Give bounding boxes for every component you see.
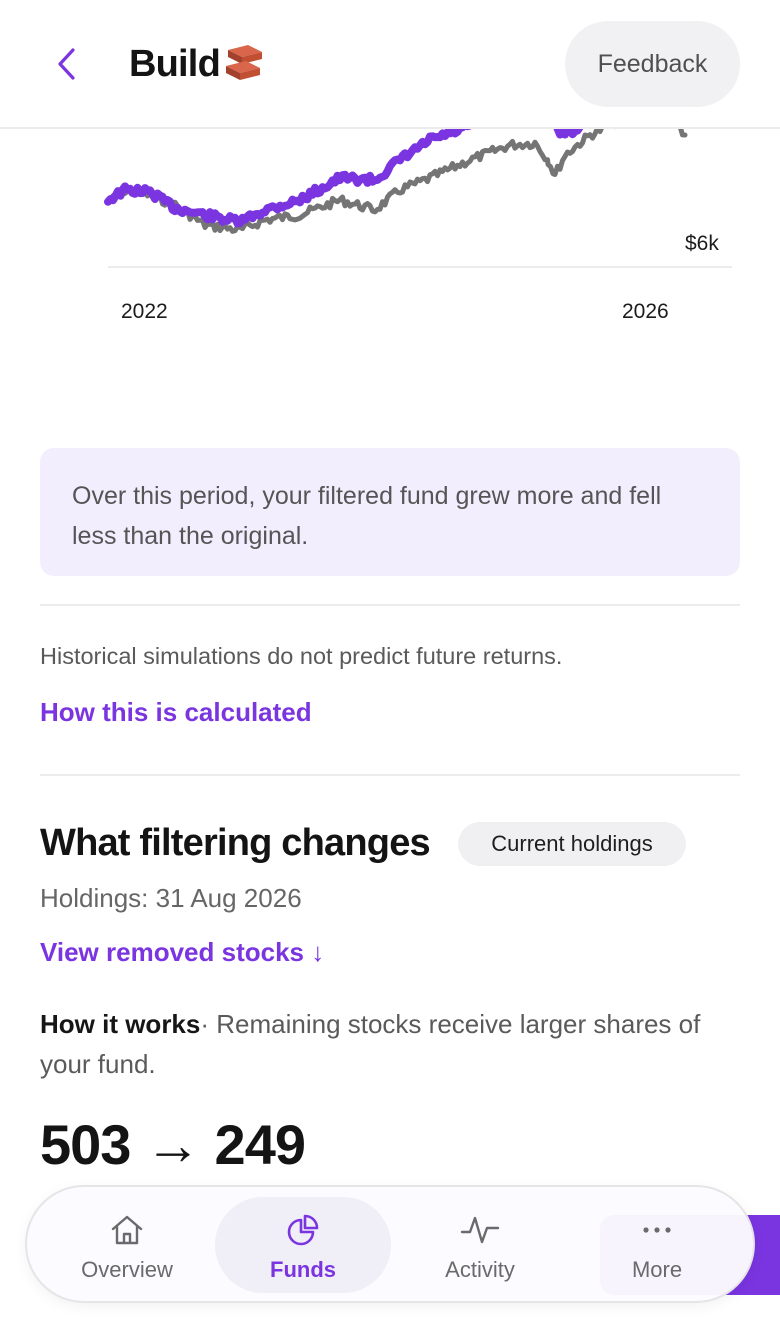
y-tick-6k: $6k xyxy=(685,232,719,255)
nav-item-overview[interactable]: Overview xyxy=(39,1187,215,1305)
nav-item-activity[interactable]: Activity xyxy=(392,1187,568,1305)
page-title: Build xyxy=(129,43,221,85)
performance-callout: Over this period, your filtered fund gre… xyxy=(40,448,740,576)
brick-icon xyxy=(226,45,262,80)
how-it-works-label: How it works xyxy=(40,1009,201,1039)
how-it-works-text: How it works· Remaining stocks receive l… xyxy=(40,1004,740,1084)
pie-chart-icon xyxy=(287,1214,319,1246)
holdings-count-change: 503 → 249 xyxy=(40,1113,306,1176)
x-tick-2026: 2026 xyxy=(622,300,669,323)
chevron-left-icon xyxy=(58,48,75,80)
disclaimer-text: Historical simulations do not predict fu… xyxy=(40,643,563,669)
feedback-button[interactable]: Feedback xyxy=(565,21,740,107)
home-icon xyxy=(111,1215,143,1245)
holdings-date: Holdings: 31 Aug 2026 xyxy=(40,883,302,913)
nav-label-activity: Activity xyxy=(445,1257,515,1282)
back-button[interactable] xyxy=(46,44,86,84)
nav-label-overview: Overview xyxy=(81,1257,173,1282)
divider xyxy=(40,774,740,776)
filtering-section-title: What filtering changes xyxy=(40,822,431,864)
top-header: Build Feedback xyxy=(0,0,780,129)
more-icon xyxy=(643,1227,671,1233)
how-calculated-link[interactable]: How this is calculated xyxy=(40,697,312,728)
nav-item-more[interactable]: More xyxy=(569,1187,745,1305)
current-holdings-chip[interactable]: Current holdings xyxy=(458,822,686,866)
nav-item-funds[interactable]: Funds xyxy=(215,1187,391,1305)
x-tick-2022: 2022 xyxy=(121,300,168,323)
nav-label-funds: Funds xyxy=(270,1257,336,1282)
activity-icon xyxy=(460,1216,500,1244)
divider xyxy=(40,604,740,606)
bottom-navigation: Overview Funds Activity More xyxy=(25,1185,755,1303)
nav-label-more: More xyxy=(631,1257,683,1282)
view-removed-stocks-link[interactable]: View removed stocks ↓ xyxy=(40,937,324,968)
